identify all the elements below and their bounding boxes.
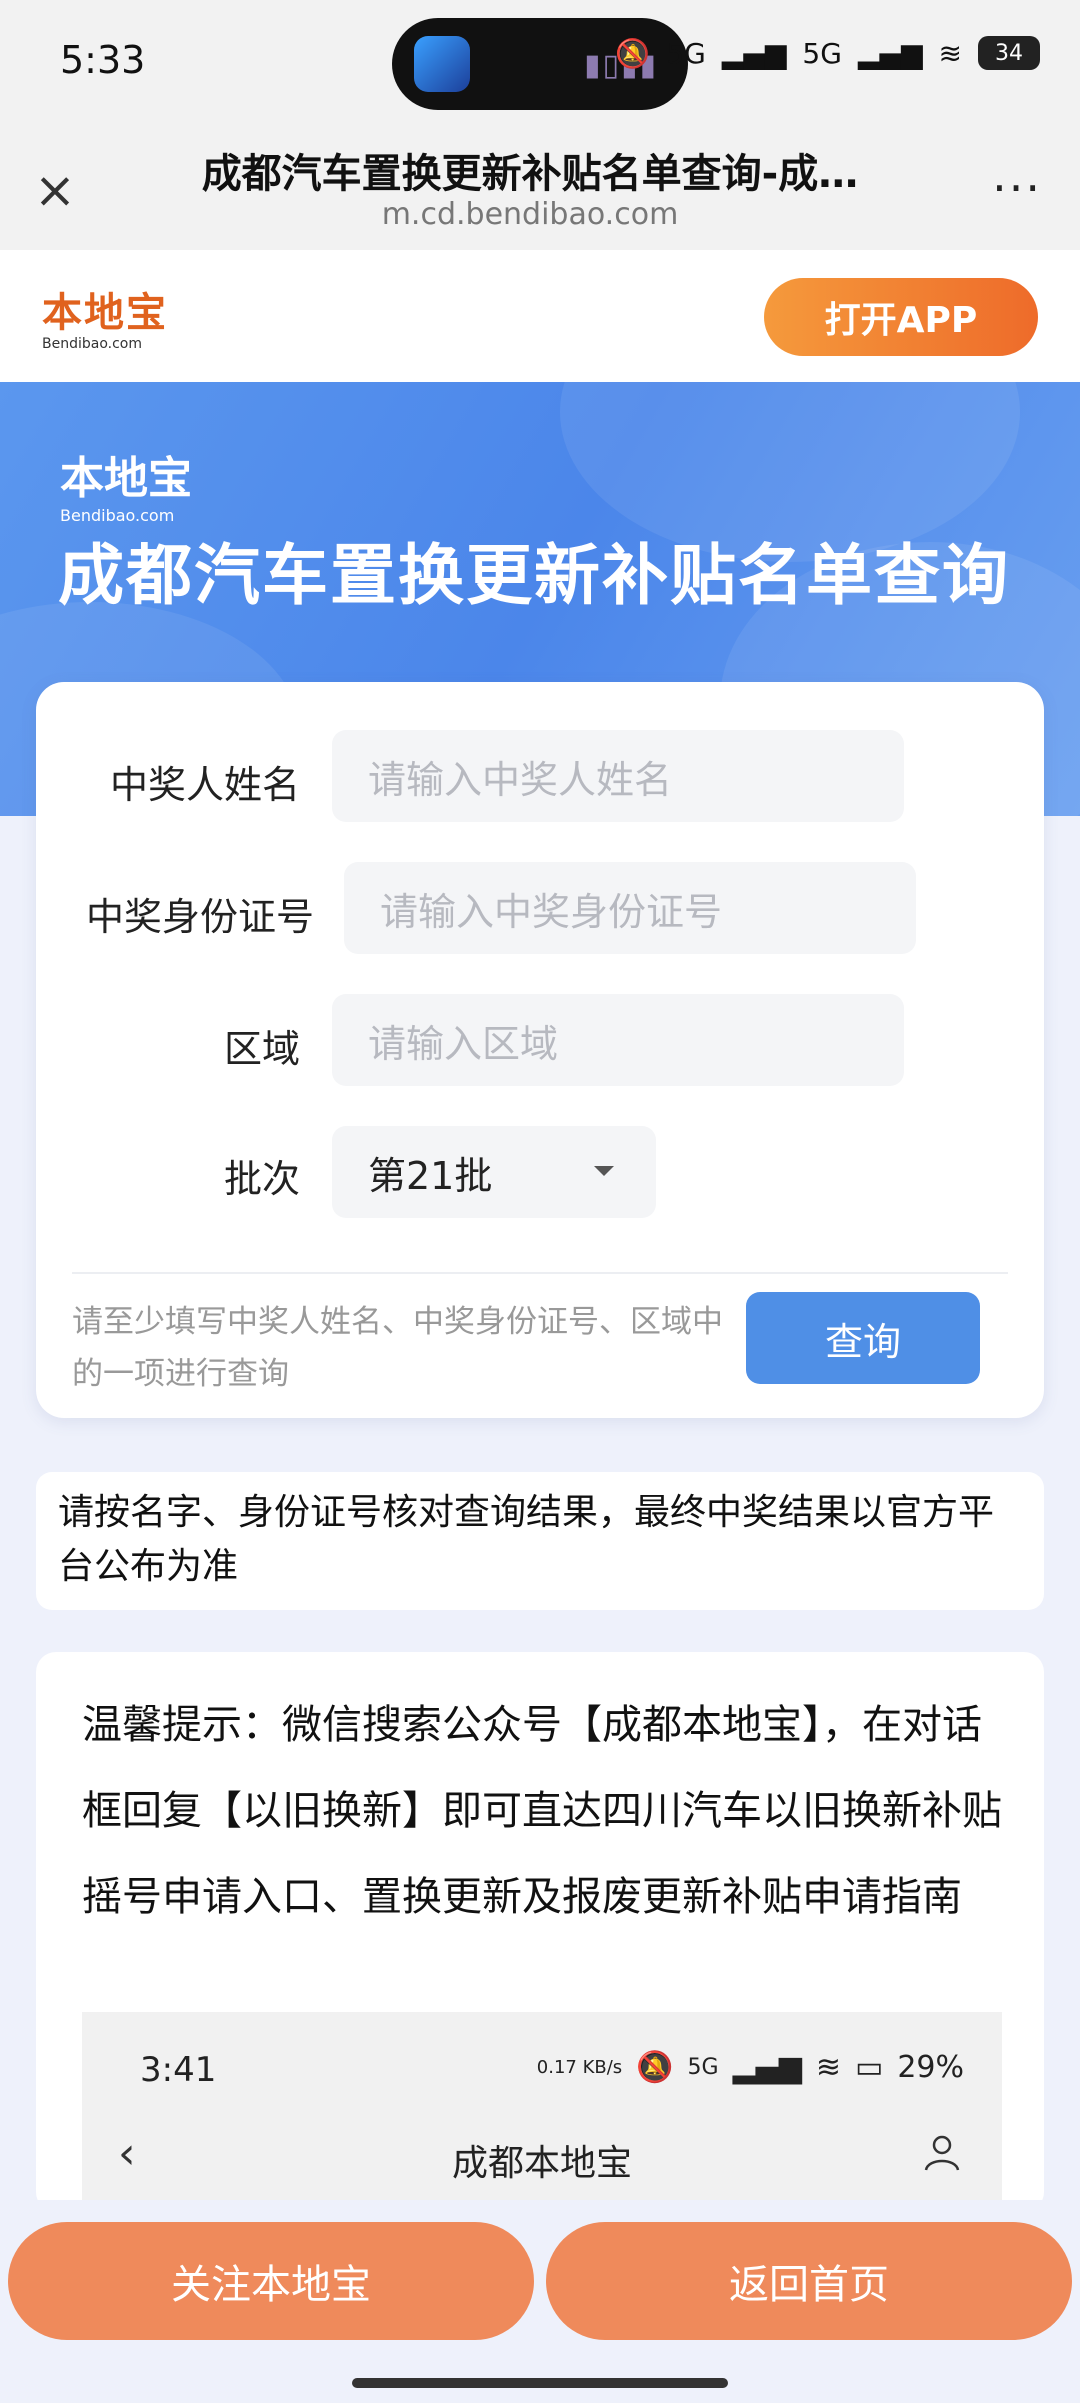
open-app-button[interactable]: 打开APP <box>764 278 1038 356</box>
query-form: 中奖人姓名 请输入中奖人姓名 中奖身份证号 请输入中奖身份证号 区域 请输入区域… <box>36 682 1044 1418</box>
query-hint: 请至少填写中奖人姓名、中奖身份证号、区域中的一项进行查询 <box>72 1304 723 1392</box>
tip-card: 温馨提示：微信搜索公众号【成都本地宝】，在对话框回复【以旧换新】即可直达四川汽车… <box>36 1652 1044 2212</box>
browser-header: × 成都汽车置换更新补贴名单查询-成… m.cd.bendibao.com ··… <box>0 125 1080 250</box>
caret-down-icon <box>594 1166 614 1176</box>
signal-bars-icon: ▂▄▆ <box>721 36 787 70</box>
divider <box>72 1272 1008 1274</box>
shot-title: 成都本地宝 <box>451 2143 632 2184</box>
status-icons: 🔕 5G ▂▄▆ 5G ▂▄▆ ≋ 34 <box>615 36 1040 70</box>
shot-time: 3:41 <box>140 2050 217 2090</box>
home-button[interactable]: 返回首页 <box>546 2222 1072 2340</box>
shot-status-icons: 0.17 KB/s 🔕 5G ▂▄▆ ≋ ▭ 29% <box>537 2050 964 2085</box>
page-title: 成都汽车置换更新补贴名单查询-成… <box>201 151 859 197</box>
id-number-input[interactable]: 请输入中奖身份证号 <box>344 862 916 954</box>
name-input[interactable]: 请输入中奖人姓名 <box>332 730 904 822</box>
logo-subtext: Bendibao.com <box>42 336 143 352</box>
signal-bars-icon-2: ▂▄▆ <box>857 36 923 70</box>
status-time: 5:33 <box>60 38 146 82</box>
area-label: 区域 <box>223 1027 300 1071</box>
wifi-icon: ≋ <box>938 36 962 70</box>
embedded-screenshot: 3:41 0.17 KB/s 🔕 5G ▂▄▆ ≋ ▭ 29% ‹ 成都本地宝 <box>82 2012 1002 2212</box>
status-bar: 5:33 ▮▯▮▮ 🔕 5G ▂▄▆ 5G ▂▄▆ ≋ 34 <box>0 0 1080 125</box>
mute-icon: 🔕 <box>615 36 651 70</box>
home-indicator <box>352 2378 728 2388</box>
battery-icon: 34 <box>978 36 1040 70</box>
query-button[interactable]: 查询 <box>746 1292 980 1384</box>
batch-label: 批次 <box>223 1157 300 1201</box>
shot-battery-icon: ▭ <box>854 2050 884 2085</box>
music-app-icon <box>414 36 470 92</box>
site-header: 本地宝 Bendibao.com 打开APP <box>0 250 1080 382</box>
result-notice: 请按名字、身份证号核对查询结果，最终中奖结果以官方平台公布为准 <box>36 1472 1044 1610</box>
shot-user-icon <box>924 2135 960 2171</box>
id-label: 中奖身份证号 <box>85 895 314 939</box>
shot-signal-icon: ▂▄▆ <box>732 2050 802 2085</box>
banner-logo-text: 本地宝 <box>60 453 192 504</box>
signal-label-2: 5G <box>802 36 842 70</box>
batch-select[interactable]: 第21批 <box>332 1126 656 1218</box>
name-label: 中奖人姓名 <box>109 763 300 807</box>
shot-speed: 0.17 KB/s <box>536 2056 623 2078</box>
page-domain: m.cd.bendibao.com <box>381 197 679 232</box>
banner-title: 成都汽车置换更新补贴名单查询 <box>58 537 1010 614</box>
site-logo[interactable]: 本地宝 Bendibao.com <box>42 280 168 352</box>
more-menu-icon[interactable]: ··· <box>992 165 1042 211</box>
logo-text: 本地宝 <box>42 289 168 336</box>
follow-button[interactable]: 关注本地宝 <box>8 2222 534 2340</box>
shot-battery-text: 29% <box>897 2050 964 2085</box>
batch-value: 第21批 <box>368 1153 493 1198</box>
shot-mute-icon: 🔕 <box>636 2050 674 2085</box>
signal-label-1: 5G <box>666 36 706 70</box>
shot-wifi-icon: ≋ <box>815 2050 841 2085</box>
close-icon[interactable]: × <box>30 165 80 215</box>
tip-text: 温馨提示：微信搜索公众号【成都本地宝】，在对话框回复【以旧换新】即可直达四川汽车… <box>82 1702 1002 1920</box>
area-input[interactable]: 请输入区域 <box>332 994 904 1086</box>
bottom-bar: 关注本地宝 返回首页 <box>0 2200 1080 2403</box>
banner-logo: 本地宝 Bendibao.com <box>60 442 192 525</box>
shot-signal: 5G <box>687 2055 719 2080</box>
